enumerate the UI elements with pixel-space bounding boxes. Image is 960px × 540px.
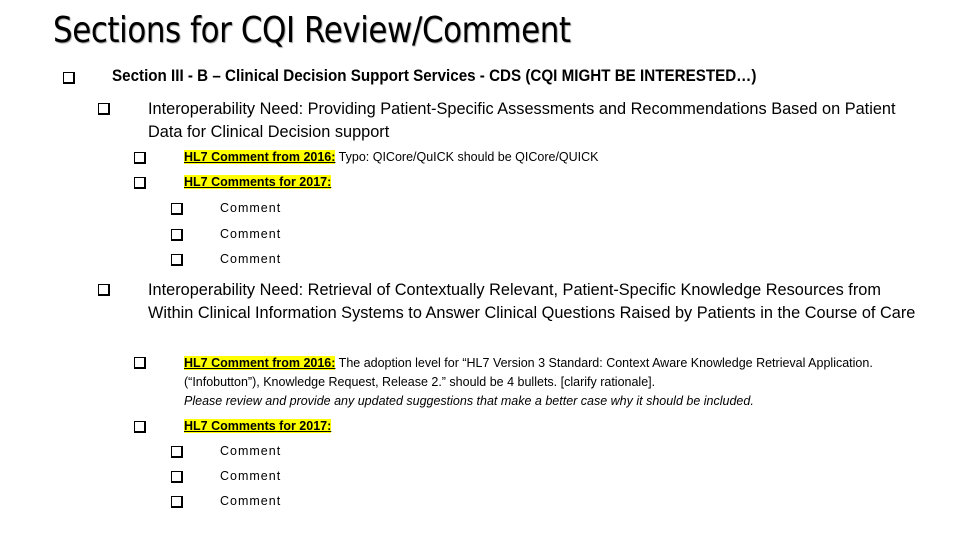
comment-item: Comment	[220, 494, 282, 508]
checkbox-icon	[63, 72, 75, 84]
comment-item: Comment	[220, 227, 282, 241]
checkbox-icon	[171, 446, 183, 458]
slide-title: Sections for CQI Review/Comment	[53, 10, 571, 51]
need-2-comment-2016: HL7 Comment from 2016: The adoption leve…	[184, 354, 944, 411]
comments-2017-heading: HL7 Comments for 2017:	[184, 419, 332, 433]
comment-item: Comment	[220, 444, 282, 458]
checkbox-icon	[134, 357, 146, 369]
checkbox-icon	[134, 177, 146, 189]
comment-item: Comment	[220, 252, 282, 266]
comments-2017-colon: :	[327, 175, 332, 189]
checkbox-icon	[171, 203, 183, 215]
checkbox-icon	[98, 284, 110, 296]
checkbox-icon	[98, 103, 110, 115]
comments-2017-heading-text: HL7 Comments for 2017	[184, 419, 328, 433]
comment-item: Comment	[220, 201, 282, 215]
checkbox-icon	[171, 229, 183, 241]
need-1-comment-2016: HL7 Comment from 2016: Typo: QICore/QuIC…	[184, 148, 599, 167]
comment-2016-text: Typo: QICore/QuICK should be QICore/QUIC…	[335, 150, 599, 164]
comments-2017-heading: HL7 Comments for 2017:	[184, 175, 332, 189]
need-1-comments-2017: HL7 Comments for 2017:	[184, 173, 332, 192]
need-1-label: Interoperability Need: Providing Patient…	[148, 99, 896, 141]
comment-2016-italic-note: Please review and provide any updated su…	[184, 394, 754, 408]
comment-2016-heading: HL7 Comment from 2016:	[184, 356, 336, 370]
checkbox-icon	[171, 254, 183, 266]
need-2-comments-2017: HL7 Comments for 2017:	[184, 417, 332, 436]
checkbox-icon	[171, 471, 183, 483]
checkbox-icon	[134, 421, 146, 433]
need-2-label: Interoperability Need: Retrieval of Cont…	[148, 280, 916, 322]
comments-2017-heading-text: HL7 Comments for 2017	[184, 175, 328, 189]
checkbox-icon	[171, 496, 183, 508]
checkbox-icon	[134, 152, 146, 164]
comment-2016-heading: HL7 Comment from 2016:	[184, 150, 336, 164]
comment-item: Comment	[220, 469, 282, 483]
comments-2017-colon: :	[327, 419, 332, 433]
section-heading: Section III - B – Clinical Decision Supp…	[112, 67, 757, 85]
